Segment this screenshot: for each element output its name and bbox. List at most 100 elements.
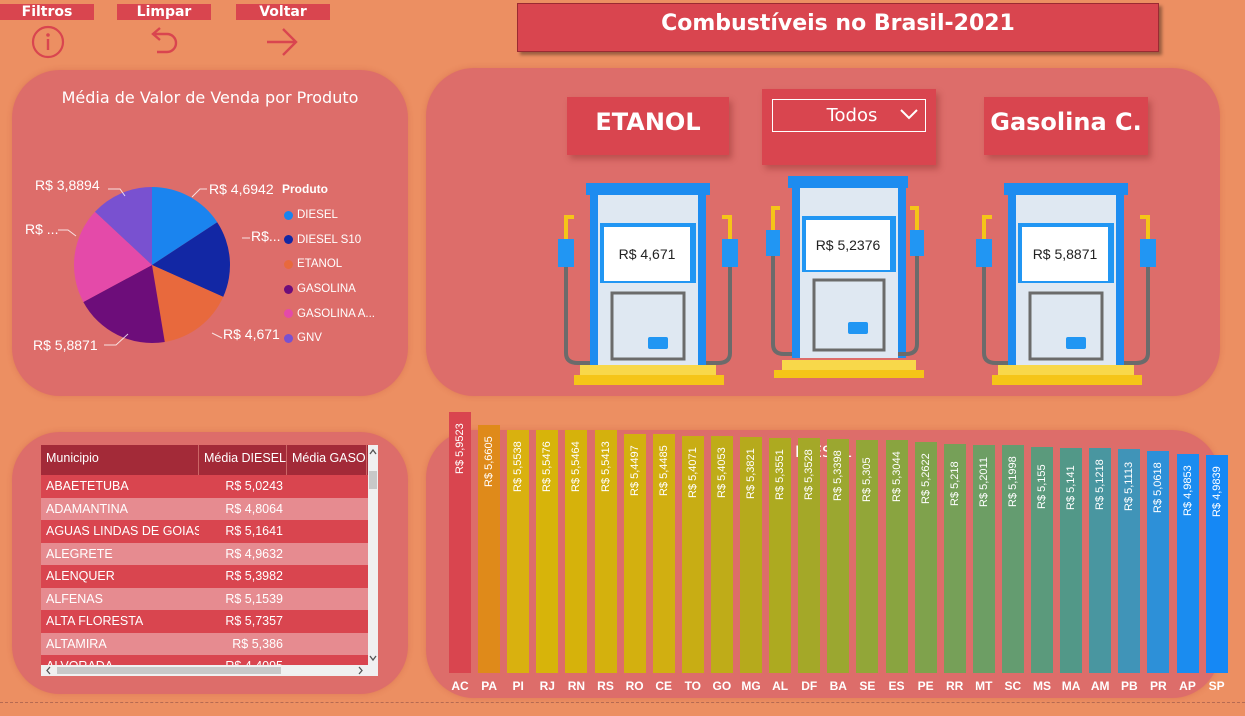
legend-item[interactable]: DIESEL S10 [282, 228, 375, 253]
horizontal-scrollbar[interactable] [41, 665, 378, 676]
cell-media-diesel: R$ 5,1539 [225, 591, 283, 606]
bar-category-label: PR [1150, 679, 1167, 693]
bar-category-label: PE [917, 679, 934, 693]
pie-label-gasolina-a: R$ ... [25, 221, 59, 237]
bar-category-label: CE [655, 679, 673, 693]
table-row[interactable]: ALTAMIRA R$ 5,386 [41, 632, 378, 655]
legend-label: ETANOL [297, 258, 343, 271]
bar-value-label: R$ 5,2011 [977, 457, 990, 508]
legend-item[interactable]: ETANOL [282, 252, 375, 277]
bar-category-label: GO [712, 679, 732, 693]
limpar-button[interactable]: Limpar [117, 4, 211, 20]
info-icon[interactable] [28, 24, 68, 60]
filtros-button[interactable]: Filtros [0, 4, 94, 20]
legend-item[interactable]: GNV [282, 326, 375, 351]
cell-media-gasolina [285, 588, 367, 611]
bar-category-label: PB [1120, 679, 1138, 693]
bar-value-label: R$ 5,4485 [657, 445, 670, 497]
legend-label: GNV [297, 332, 322, 345]
fuel-pump-icon [558, 183, 738, 385]
chevron-right-icon[interactable] [354, 665, 366, 676]
cell-municipio: ABAETETUBA [46, 479, 129, 493]
bar-value-label: R$ 5,4071 [686, 447, 699, 498]
undo-icon[interactable] [143, 24, 183, 60]
cell-media-diesel: R$ 5,3982 [225, 569, 283, 583]
chevron-down-icon[interactable] [368, 651, 378, 665]
bar-category-label: AL [772, 679, 789, 693]
bar-category-label: SE [859, 679, 876, 693]
cell-municipio: ALFENAS [46, 591, 103, 606]
table-body: ABAETETUBA R$ 5,0243 ADAMANTINA R$ 4,8064 AG… [41, 475, 378, 676]
col-media-gasolina[interactable]: Média GASOL [287, 445, 367, 475]
bar-category-label: AP [1179, 679, 1196, 693]
cell-municipio: ALTA FLORESTA [46, 614, 144, 628]
bar-value-label: R$ 5,5476 [541, 441, 554, 492]
bar-value-label: R$ 5,4497 [628, 445, 641, 497]
bar-value-label: R$ 5,305 [861, 457, 874, 503]
bar-value-label: R$ 5,3528 [803, 449, 816, 501]
bar-value-label: R$ 4,9853 [1181, 465, 1194, 517]
gasolina-c-price: R$ 5,8871 [1022, 227, 1108, 281]
legend-dot [284, 210, 293, 220]
bar-value-label: R$ 5,218 [948, 461, 961, 507]
legend-item[interactable]: GASOLINA A... [282, 301, 375, 326]
table-row[interactable]: ABAETETUBA R$ 5,0243 [41, 475, 378, 498]
bar-value-label: R$ 5,3044 [890, 451, 903, 503]
chevron-left-icon[interactable] [43, 665, 55, 676]
table-row[interactable]: AGUAS LINDAS DE GOIAS R$ 5,1641 [41, 520, 378, 543]
bar-category-label: DF [801, 679, 818, 693]
table-row[interactable]: ALTA FLORESTA R$ 5,7357 [41, 610, 378, 633]
dropdown-value: Todos [826, 105, 878, 126]
pie-panel: Média de Valor de Venda por Produto R$ 3… [12, 70, 408, 396]
bar-value-label: R$ 5,3821 [745, 448, 757, 500]
vertical-scrollbar[interactable] [368, 445, 378, 665]
col-media-diesel[interactable]: Média DIESEL [199, 445, 287, 475]
pie-label-etanol: R$ 4,671 [223, 326, 280, 342]
fuel-pump-icon [976, 183, 1156, 385]
legend-item[interactable]: DIESEL [282, 203, 375, 228]
horizontal-scroll-thumb[interactable] [57, 667, 281, 674]
bar-category-label: RO [625, 679, 644, 693]
bar-category-label: SP [1208, 679, 1225, 693]
legend-label: GASOLINA [297, 283, 356, 296]
bar-value-label: R$ 5,5413 [599, 441, 612, 493]
bar-category-label: ES [888, 679, 905, 693]
legend-item[interactable]: GASOLINA [282, 277, 375, 302]
voltar-button[interactable]: Voltar [236, 4, 330, 20]
bar-value-label: R$ 5,4053 [715, 447, 728, 499]
col-municipio[interactable]: Municipio [41, 445, 199, 475]
bar-value-label: R$ 5,3551 [774, 449, 787, 501]
bar-value-label: R$ 5,1218 [1094, 459, 1107, 511]
arrow-right-icon[interactable] [262, 24, 302, 60]
table-header: Municipio Média DIESEL Média GASOL [41, 445, 378, 475]
product-dropdown[interactable]: Todos [772, 99, 926, 132]
cell-municipio: ALENQUER [46, 569, 115, 583]
cell-media-gasolina [285, 498, 367, 521]
table-row[interactable]: ADAMANTINA R$ 4,8064 [41, 497, 378, 521]
bar-category-label: SC [1004, 679, 1022, 693]
product-filter-card: Todos [762, 89, 936, 165]
table-row[interactable]: ALEGRETE R$ 4,9632 [41, 542, 378, 565]
divider [0, 702, 1245, 703]
page-title: Combustíveis no Brasil-2021 [517, 3, 1159, 52]
gasolina-card: Gasolina C. [984, 97, 1148, 155]
cell-municipio: ALEGRETE [46, 546, 113, 561]
legend-dot [284, 333, 293, 343]
pie-label-gnv: R$ 3,8894 [35, 177, 100, 193]
etanol-card: ETANOL [567, 97, 729, 155]
table-row[interactable]: ALFENAS R$ 5,1539 [41, 587, 378, 611]
bar-category-label: RS [597, 679, 614, 693]
bar-category-label: RR [946, 679, 964, 693]
bar-value-label: R$ 5,141 [1065, 464, 1078, 510]
diesel-s10-price: R$ 5,2376 [806, 220, 890, 270]
bar-value-label: R$ 5,2622 [919, 453, 932, 505]
chevron-up-icon[interactable] [368, 445, 378, 459]
pie-label-diesel-s10: R$... [251, 228, 281, 244]
cell-municipio: AGUAS LINDAS DE GOIAS [46, 524, 199, 538]
table-row[interactable]: ALENQUER R$ 5,3982 [41, 565, 378, 588]
municipio-table[interactable]: Municipio Média DIESEL Média GASOL ABAET… [41, 445, 378, 676]
bar-value-label: R$ 5,5538 [512, 440, 525, 492]
pie-legend: Produto DIESEL DIESEL S10 ETANOL GASOLINA GA… [282, 182, 375, 351]
pie-label-diesel: R$ 4,6942 [209, 181, 274, 197]
vertical-scroll-thumb[interactable] [369, 471, 377, 489]
